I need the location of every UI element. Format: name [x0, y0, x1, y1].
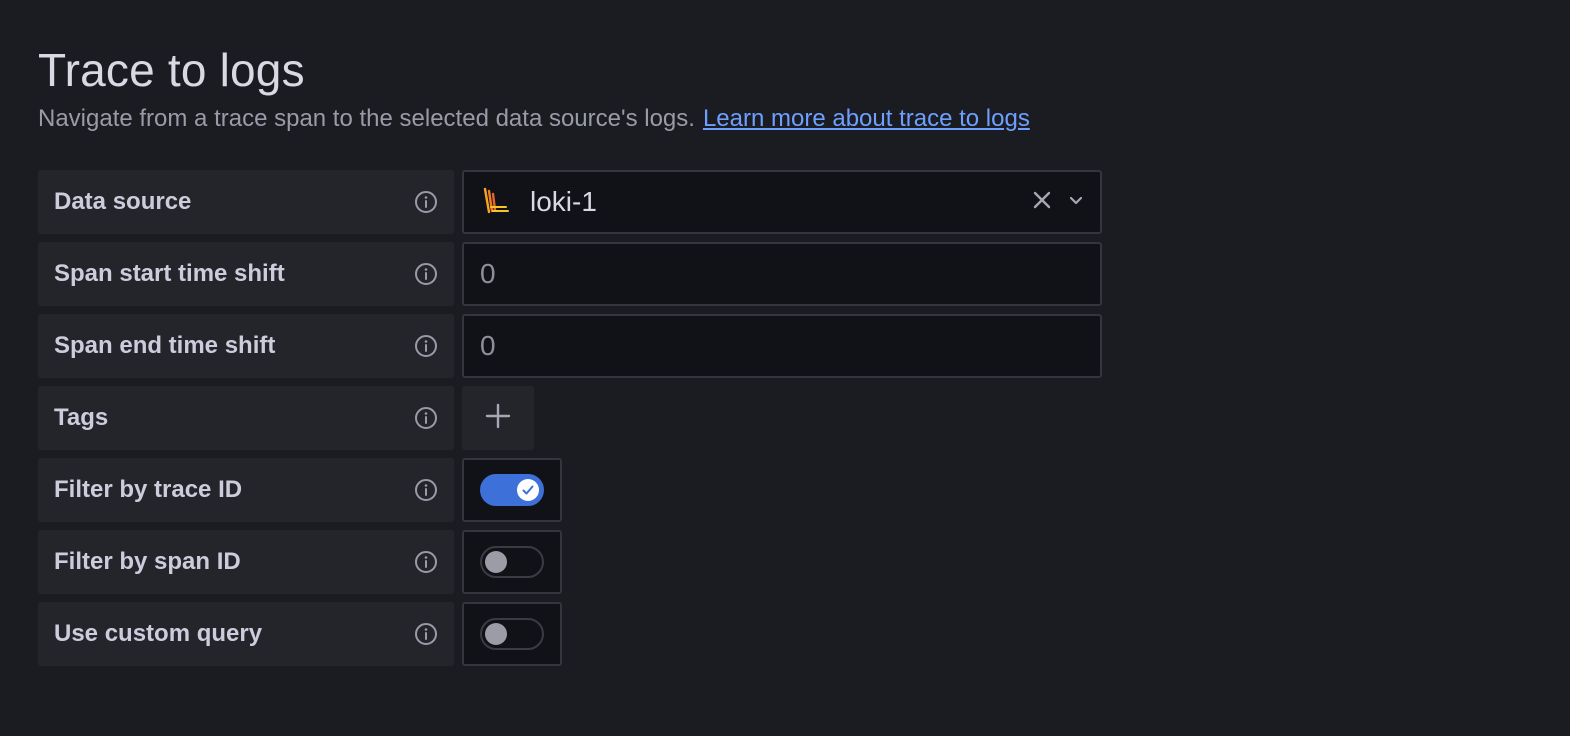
data-source-value: loki-1	[530, 186, 597, 217]
label-text: Tags	[54, 404, 109, 431]
label-span-end: Span end time shift	[38, 314, 454, 378]
clear-icon[interactable]	[1030, 188, 1054, 217]
learn-more-link[interactable]: Learn more about trace to logs	[703, 105, 1030, 132]
data-source-select[interactable]: loki-1	[462, 170, 1102, 234]
span-end-field	[462, 314, 1102, 378]
toggle-knob	[485, 623, 507, 645]
check-icon	[522, 485, 534, 495]
row-tags: Tags	[38, 386, 534, 450]
filter-span-id-container	[462, 530, 562, 594]
span-start-field	[462, 242, 1102, 306]
label-text: Filter by span ID	[54, 548, 241, 575]
add-tag-button[interactable]	[462, 386, 534, 450]
section-title: Trace to logs	[38, 44, 305, 96]
filter-trace-id-toggle[interactable]	[480, 474, 544, 506]
trace-to-logs-section: Trace to logs Navigate from a trace span…	[0, 0, 1570, 736]
label-text: Span start time shift	[54, 260, 285, 287]
select-actions	[1030, 188, 1086, 217]
custom-query-container	[462, 602, 562, 666]
label-data-source: Data source	[38, 170, 454, 234]
info-icon[interactable]	[414, 550, 438, 574]
plus-icon	[484, 402, 512, 435]
label-text: Span end time shift	[54, 332, 276, 359]
info-icon[interactable]	[414, 406, 438, 430]
info-icon[interactable]	[414, 190, 438, 214]
label-text: Use custom query	[54, 620, 263, 647]
row-span-end: Span end time shift	[38, 314, 1102, 378]
chevron-down-icon[interactable]	[1066, 190, 1086, 215]
row-filter-span-id: Filter by span ID	[38, 530, 562, 594]
label-custom-query: Use custom query	[38, 602, 454, 666]
label-text: Data source	[54, 188, 192, 215]
filter-trace-id-container	[462, 458, 562, 522]
label-span-start: Span start time shift	[38, 242, 454, 306]
label-filter-trace-id: Filter by trace ID	[38, 458, 454, 522]
span-end-input[interactable]	[464, 316, 1100, 376]
info-icon[interactable]	[414, 622, 438, 646]
toggle-knob	[485, 551, 507, 573]
span-start-input[interactable]	[464, 244, 1100, 304]
info-icon[interactable]	[414, 334, 438, 358]
toggle-knob	[517, 479, 539, 501]
label-tags: Tags	[38, 386, 454, 450]
data-source-selected: loki-1	[480, 185, 597, 220]
loki-logo-icon	[480, 185, 510, 220]
row-custom-query: Use custom query	[38, 602, 562, 666]
label-text: Filter by trace ID	[54, 476, 243, 503]
custom-query-toggle[interactable]	[480, 618, 544, 650]
section-description-line: Navigate from a trace span to the select…	[38, 102, 1030, 136]
row-span-start: Span start time shift	[38, 242, 1102, 306]
row-filter-trace-id: Filter by trace ID	[38, 458, 562, 522]
label-filter-span-id: Filter by span ID	[38, 530, 454, 594]
info-icon[interactable]	[414, 478, 438, 502]
filter-span-id-toggle[interactable]	[480, 546, 544, 578]
info-icon[interactable]	[414, 262, 438, 286]
section-description: Navigate from a trace span to the select…	[38, 105, 695, 132]
row-data-source: Data source loki-1	[38, 170, 1102, 234]
